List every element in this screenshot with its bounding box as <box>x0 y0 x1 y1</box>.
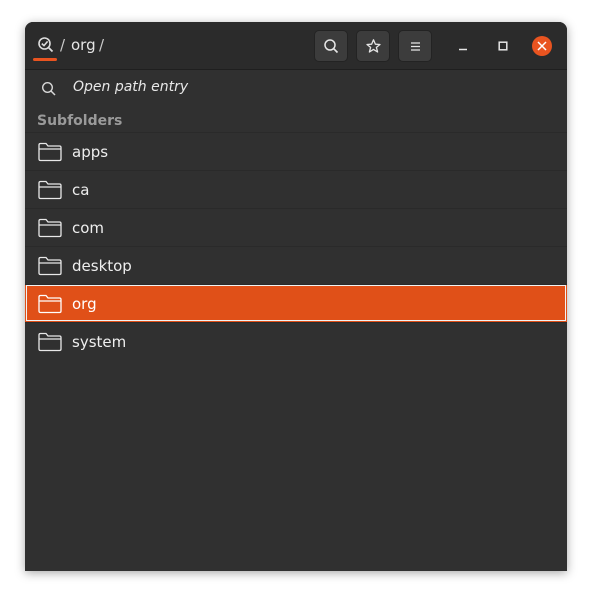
minimize-button[interactable] <box>453 36 473 56</box>
open-path-entry-button[interactable]: Open path entry <box>25 70 567 106</box>
folder-label: com <box>72 219 105 237</box>
search-icon <box>41 81 56 96</box>
search-button[interactable] <box>314 30 348 62</box>
folder-row-desktop[interactable]: desktop <box>25 246 567 284</box>
folder-row-apps[interactable]: apps <box>25 132 567 170</box>
star-icon <box>366 39 381 53</box>
breadcrumb-root[interactable] <box>35 32 57 60</box>
folder-icon <box>38 294 62 314</box>
folder-row-org[interactable]: org <box>25 284 567 322</box>
minimize-icon <box>459 48 467 51</box>
folder-icon <box>38 332 62 352</box>
folder-label: ca <box>72 181 90 199</box>
breadcrumb-separator: / <box>99 36 105 54</box>
browser-window: / org / Open path entry Subfolders apps … <box>25 22 567 571</box>
close-button[interactable] <box>532 36 552 56</box>
folder-icon <box>38 142 62 162</box>
breadcrumb-item-org[interactable]: org <box>71 36 96 54</box>
folder-label: system <box>72 333 127 351</box>
header-bar: / org / <box>25 22 567 70</box>
breadcrumb-active-indicator <box>33 58 57 61</box>
open-path-entry-label: Open path entry <box>73 79 189 95</box>
breadcrumb-separator: / <box>60 36 66 54</box>
subfolders-heading: Subfolders <box>37 113 123 129</box>
search-icon <box>324 39 339 54</box>
bookmark-button[interactable] <box>356 30 390 62</box>
folder-label: apps <box>72 143 109 161</box>
hamburger-icon <box>411 42 420 51</box>
folder-label: desktop <box>72 257 132 275</box>
folder-icon <box>38 218 62 238</box>
folder-row-ca[interactable]: ca <box>25 170 567 208</box>
menu-button[interactable] <box>398 30 432 62</box>
close-icon <box>537 41 547 51</box>
folder-label: org <box>72 295 97 313</box>
folder-icon <box>38 180 62 200</box>
maximize-button[interactable] <box>493 36 513 56</box>
folder-icon <box>38 256 62 276</box>
folder-search-icon <box>38 37 54 53</box>
folder-row-com[interactable]: com <box>25 208 567 246</box>
folder-row-system[interactable]: system <box>25 322 567 360</box>
subfolder-list: apps ca com desktop org system <box>25 132 567 360</box>
maximize-icon <box>498 41 508 51</box>
